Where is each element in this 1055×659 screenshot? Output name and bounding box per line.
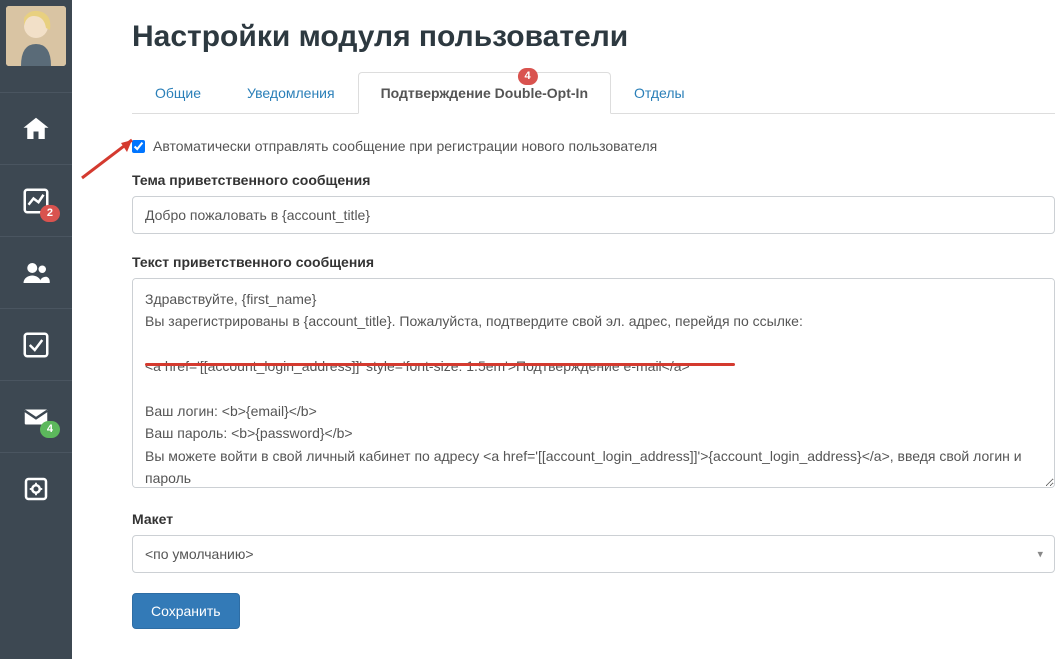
users-icon [21, 258, 51, 288]
auto-send-label: Автоматически отправлять сообщение при р… [153, 138, 657, 154]
avatar-badge: 4 [517, 68, 537, 85]
tab-notifications[interactable]: Уведомления [224, 72, 358, 114]
analytics-badge: 2 [40, 205, 60, 222]
tab-general[interactable]: Общие [132, 72, 224, 114]
nav-users[interactable] [0, 236, 72, 308]
main-content: Настройки модуля пользователи Общие Увед… [72, 0, 1055, 659]
sidebar: 4 2 4 [0, 0, 72, 659]
mail-badge: 4 [40, 421, 60, 438]
tab-departments[interactable]: Отделы [611, 72, 708, 114]
body-textarea[interactable] [132, 278, 1055, 488]
avatar-image-icon [6, 6, 66, 66]
safe-icon [21, 474, 51, 504]
nav-tasks[interactable] [0, 308, 72, 380]
nav-analytics[interactable]: 2 [0, 164, 72, 236]
save-button[interactable]: Сохранить [132, 593, 240, 629]
nav-settings[interactable] [0, 452, 72, 524]
home-icon [21, 114, 51, 144]
nav-home[interactable] [0, 92, 72, 164]
page-title: Настройки модуля пользователи [132, 20, 1055, 54]
subject-input[interactable] [132, 196, 1055, 234]
layout-select[interactable]: <по умолчанию> [132, 535, 1055, 573]
annotation-arrow-icon [77, 130, 147, 180]
subject-label: Тема приветственного сообщения [132, 172, 1055, 188]
body-label: Текст приветственного сообщения [132, 254, 1055, 270]
nav-mail[interactable]: 4 [0, 380, 72, 452]
layout-label: Макет [132, 511, 1055, 527]
checkbox-icon [21, 330, 51, 360]
tabs: Общие Уведомления Подтверждение Double-O… [132, 72, 1055, 114]
tab-double-opt-in[interactable]: Подтверждение Double-Opt-In [358, 72, 611, 114]
avatar[interactable] [6, 6, 66, 66]
